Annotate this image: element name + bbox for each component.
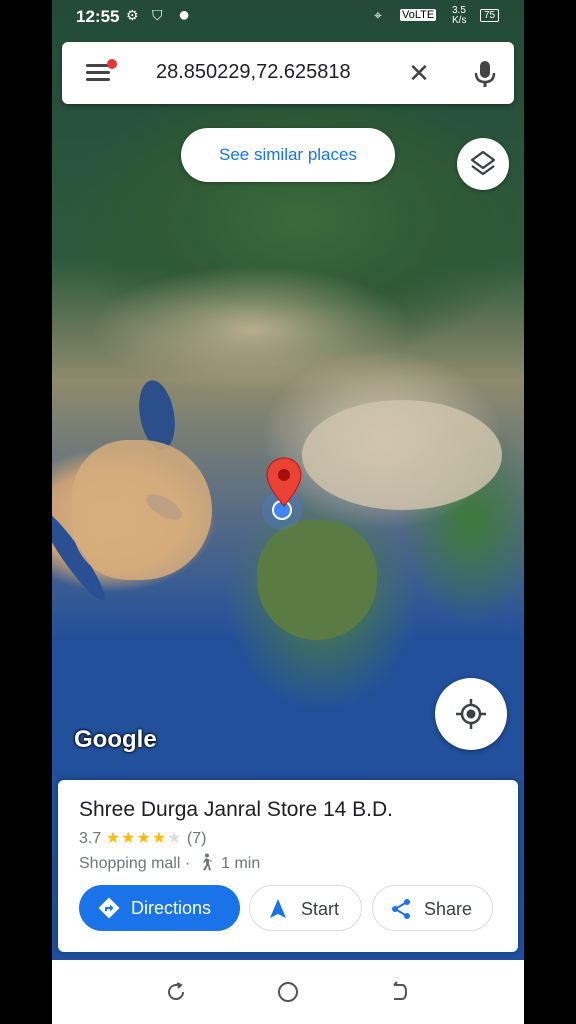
directions-button[interactable]: Directions — [79, 885, 240, 931]
my-location-icon[interactable] — [435, 678, 507, 750]
shield-icon: ⛉ — [152, 7, 163, 23]
google-logo: Google — [74, 726, 157, 753]
start-button[interactable]: Start — [249, 885, 362, 931]
location-icon: ⌖ — [374, 7, 382, 23]
arabia-land — [72, 440, 212, 580]
volte-badge: VoLTE — [400, 9, 437, 21]
see-similar-places-button[interactable]: See similar places — [181, 128, 395, 182]
rating-value: 3.7 — [79, 830, 102, 847]
share-label: Share — [424, 899, 473, 919]
directions-label: Directions — [131, 898, 212, 918]
battery-indicator: 75 — [480, 9, 500, 22]
status-bar: 12:55 ⚙ ⛉ ● ⌖ VoLTE 3.5 K/s 75 — [52, 0, 524, 34]
navigation-arrow-icon — [270, 899, 286, 918]
place-category: Shopping mall — [79, 855, 181, 872]
rating-row: 3.7 ★★★★★ (7) — [79, 828, 206, 848]
map-view[interactable]: 12:55 ⚙ ⛉ ● ⌖ VoLTE 3.5 K/s 75 28.850229… — [52, 0, 524, 960]
gear-icon: ⚙ — [126, 7, 139, 23]
back-icon[interactable] — [386, 980, 410, 1004]
meta-separator: · — [184, 855, 191, 872]
home-icon[interactable] — [276, 980, 300, 1004]
network-speed: 3.5 K/s — [452, 5, 467, 26]
map-pin-icon[interactable] — [264, 456, 304, 508]
directions-icon — [98, 897, 120, 919]
status-time: 12:55 — [76, 7, 120, 26]
place-card[interactable]: Shree Durga Janral Store 14 B.D. 3.7 ★★★… — [58, 780, 518, 952]
close-icon[interactable]: ✕ — [402, 56, 436, 90]
place-name: Shree Durga Janral Store 14 B.D. — [79, 798, 393, 821]
recent-apps-icon[interactable] — [164, 980, 188, 1004]
place-meta: Shopping mall · 1 min — [79, 853, 260, 873]
share-icon — [392, 899, 410, 919]
layers-icon[interactable] — [457, 138, 509, 190]
india-land — [257, 520, 377, 640]
start-label: Start — [301, 899, 340, 919]
record-dot-icon: ● — [178, 4, 191, 26]
mic-icon[interactable] — [470, 56, 500, 90]
review-count[interactable]: (7) — [187, 830, 207, 847]
share-button[interactable]: Share — [372, 885, 493, 931]
notification-dot — [107, 59, 117, 69]
rating-stars: ★★★★★ — [106, 830, 183, 847]
filled-stars: ★★★★ — [105, 830, 168, 847]
empty-star: ★ — [167, 830, 183, 847]
phone-screen: 12:55 ⚙ ⛉ ● ⌖ VoLTE 3.5 K/s 75 28.850229… — [52, 0, 524, 1024]
walk-time: 1 min — [221, 855, 261, 872]
search-bar[interactable]: 28.850229,72.625818 ✕ — [62, 42, 514, 104]
walk-icon — [202, 853, 212, 871]
menu-icon[interactable] — [80, 56, 117, 90]
tibet-plateau — [302, 400, 502, 510]
system-navigation-bar — [52, 960, 524, 1024]
search-input[interactable]: 28.850229,72.625818 — [156, 61, 351, 84]
